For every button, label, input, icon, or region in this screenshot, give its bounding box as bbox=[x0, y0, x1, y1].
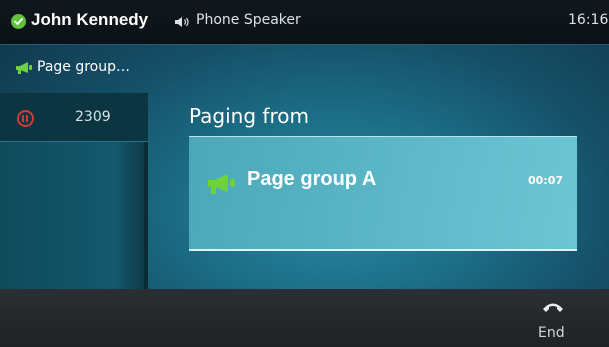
pause-circle-icon bbox=[17, 110, 34, 127]
presence-check-icon bbox=[11, 14, 26, 29]
end-call-button[interactable]: End bbox=[528, 293, 578, 345]
megaphone-icon bbox=[208, 174, 235, 194]
softkey-bar bbox=[0, 289, 609, 347]
call-number: 2309 bbox=[75, 109, 111, 125]
megaphone-icon bbox=[16, 62, 32, 74]
speaker-icon bbox=[175, 17, 189, 27]
call-duration: 00:07 bbox=[528, 174, 564, 187]
page-group-name: Page group A bbox=[247, 168, 377, 190]
end-label: End bbox=[538, 325, 565, 341]
audio-device-label: Phone Speaker bbox=[196, 12, 301, 28]
clock: 16:16 bbox=[568, 12, 609, 28]
paging-title: Paging from bbox=[189, 104, 309, 128]
line-label[interactable]: Page group… bbox=[37, 59, 130, 75]
hang-up-icon bbox=[543, 303, 563, 312]
user-name: John Kennedy bbox=[31, 10, 149, 29]
paging-card[interactable] bbox=[189, 136, 577, 251]
